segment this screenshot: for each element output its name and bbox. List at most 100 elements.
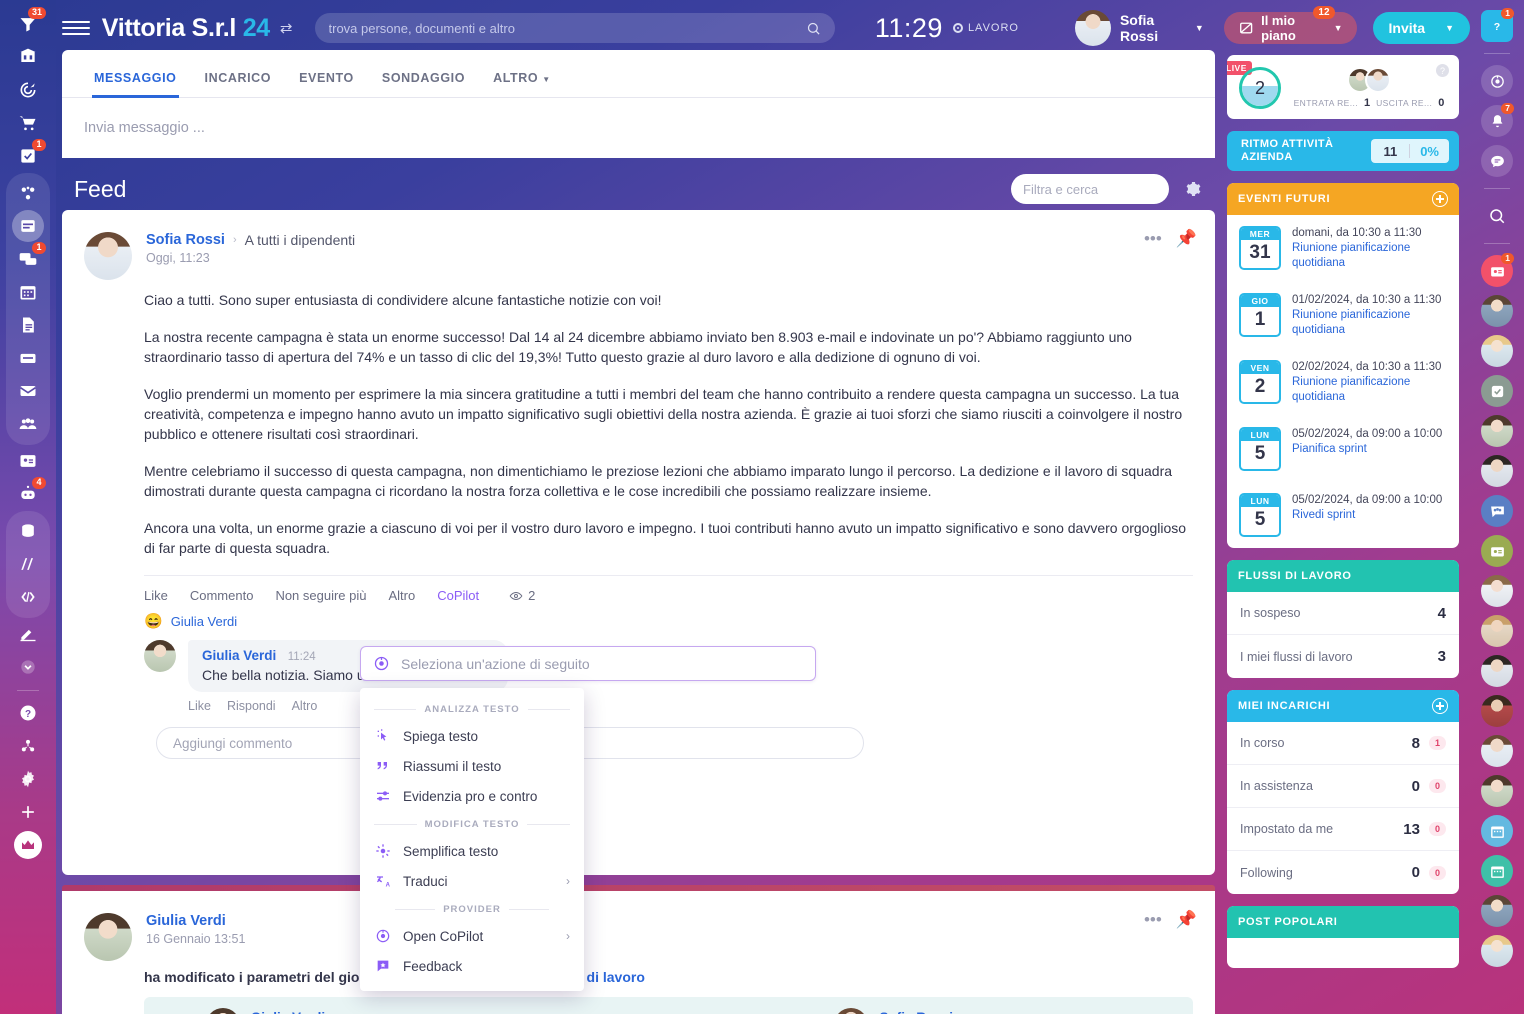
contacts-shortcut[interactable]: [1479, 533, 1515, 569]
person-shortcut[interactable]: [1479, 293, 1515, 329]
messages-button[interactable]: [1479, 143, 1515, 179]
group-shortcut[interactable]: [1479, 933, 1515, 969]
from-name[interactable]: Giulia Verdi: [251, 1010, 355, 1014]
person-shortcut[interactable]: [1479, 613, 1515, 649]
help-button[interactable]: ? 1: [1479, 8, 1515, 44]
person-shortcut[interactable]: [1479, 693, 1515, 729]
event-item[interactable]: GIO 1 01/02/2024, da 10:30 a 11:30 Riuni…: [1227, 282, 1459, 349]
post-author[interactable]: Sofia Rossi: [146, 232, 225, 248]
notifications-button[interactable]: 7: [1479, 103, 1515, 139]
group-chat-shortcut[interactable]: [1479, 493, 1515, 529]
pin-icon[interactable]: 📌: [1176, 234, 1197, 244]
comment-button[interactable]: Commento: [190, 588, 254, 603]
copilot-button[interactable]: CoPilot: [437, 588, 479, 603]
sidebar-item-premium[interactable]: [8, 829, 48, 861]
task-row[interactable]: Impostato da me 13 0: [1227, 808, 1459, 851]
sidebar-item-calendar[interactable]: [8, 276, 48, 308]
comment-like-button[interactable]: Like: [188, 699, 211, 713]
sidebar-item-collapse[interactable]: [8, 651, 48, 683]
person-shortcut[interactable]: [1479, 733, 1515, 769]
copilot-button[interactable]: [1479, 63, 1515, 99]
more-dots-icon[interactable]: •••: [1144, 234, 1162, 244]
sidebar-item-code[interactable]: [8, 581, 48, 613]
event-item[interactable]: LUN 5 05/02/2024, da 09:00 a 10:00 Rived…: [1227, 482, 1459, 548]
activity-rhythm-card[interactable]: RITMO ATTIVITÀ AZIENDA 11 0%: [1227, 131, 1459, 171]
event-item[interactable]: LUN 5 05/02/2024, da 09:00 a 10:00 Piani…: [1227, 416, 1459, 482]
person-shortcut[interactable]: [1479, 773, 1515, 809]
search-button[interactable]: [1479, 198, 1515, 234]
tab-messaggio[interactable]: MESSAGGIO: [80, 71, 191, 97]
task-row[interactable]: Following 0 0: [1227, 851, 1459, 894]
sidebar-item-add[interactable]: [8, 796, 48, 828]
search-input[interactable]: [329, 21, 806, 36]
my-plan-button[interactable]: Il mio piano ▼ 12: [1224, 12, 1357, 44]
menu-item-spiega-testo[interactable]: Spiega testo: [360, 721, 584, 751]
like-button[interactable]: Like: [144, 588, 168, 603]
person-shortcut[interactable]: [1479, 413, 1515, 449]
person-shortcut[interactable]: [1479, 573, 1515, 609]
sidebar-item-settings[interactable]: [8, 763, 48, 795]
sidebar-item-contacts[interactable]: [8, 445, 48, 477]
contacts-shortcut[interactable]: 1: [1479, 253, 1515, 289]
work-status[interactable]: LAVORO: [953, 22, 1019, 34]
sidebar-item-people[interactable]: [8, 408, 48, 440]
reaction-emoji-icon[interactable]: 😄: [144, 612, 163, 630]
tab-evento[interactable]: EVENTO: [285, 71, 368, 97]
more-button[interactable]: Altro: [389, 588, 416, 603]
workflow-row[interactable]: In sospeso 4: [1227, 592, 1459, 635]
sidebar-item-bot[interactable]: 4: [8, 478, 48, 510]
plus-icon[interactable]: [1432, 698, 1448, 714]
event-item[interactable]: VEN 2 02/02/2024, da 10:30 a 11:30 Riuni…: [1227, 349, 1459, 416]
menu-item-feedback[interactable]: Feedback: [360, 951, 584, 981]
message-composer-input[interactable]: Invia messaggio ...: [62, 98, 1215, 158]
sidebar-item-archive[interactable]: [8, 342, 48, 374]
event-title[interactable]: Pianifica sprint: [1292, 442, 1447, 457]
menu-item-riassumi-testo[interactable]: Riassumi il testo: [360, 751, 584, 781]
task-row[interactable]: In assistenza 0 0: [1227, 765, 1459, 808]
event-title[interactable]: Riunione pianificazione quotidiana: [1292, 375, 1447, 405]
swap-icon[interactable]: ⇄: [280, 19, 293, 37]
sidebar-item-funnel[interactable]: 31: [8, 8, 48, 40]
calendar-shortcut[interactable]: [1479, 813, 1515, 849]
sidebar-item-documents[interactable]: [8, 309, 48, 341]
tab-sondaggio[interactable]: SONDAGGIO: [368, 71, 479, 97]
comment-more-button[interactable]: Altro: [292, 699, 318, 713]
sidebar-item-network[interactable]: [8, 177, 48, 209]
reaction-user[interactable]: Giulia Verdi: [171, 614, 237, 629]
sidebar-item-database[interactable]: [8, 515, 48, 547]
person-shortcut[interactable]: [1479, 333, 1515, 369]
menu-item-traduci[interactable]: A Traduci ›: [360, 866, 584, 896]
menu-item-pro-contro[interactable]: Evidenzia pro e contro: [360, 781, 584, 811]
copilot-action-field[interactable]: Seleziona un'azione di seguito: [360, 646, 816, 681]
sidebar-item-feed[interactable]: [8, 210, 48, 242]
tab-incarico[interactable]: INCARICO: [191, 71, 286, 97]
menu-item-semplifica-testo[interactable]: Semplifica testo: [360, 836, 584, 866]
task-row[interactable]: In corso 8 1: [1227, 722, 1459, 765]
sidebar-item-share[interactable]: [8, 730, 48, 762]
sidebar-item-chat[interactable]: 1: [8, 243, 48, 275]
pin-icon[interactable]: 📌: [1176, 915, 1197, 925]
unfollow-button[interactable]: Non seguire più: [275, 588, 366, 603]
person-shortcut[interactable]: [1479, 453, 1515, 489]
sidebar-item-target[interactable]: [8, 74, 48, 106]
tasks-shortcut[interactable]: [1479, 373, 1515, 409]
sidebar-item-tasks[interactable]: 1: [8, 140, 48, 172]
more-dots-icon[interactable]: •••: [1144, 915, 1162, 925]
event-title[interactable]: Riunione pianificazione quotidiana: [1292, 308, 1447, 338]
comment-reply-button[interactable]: Rispondi: [227, 699, 276, 713]
sidebar-item-mail[interactable]: [8, 375, 48, 407]
sidebar-item-signature[interactable]: [8, 618, 48, 650]
person-shortcut[interactable]: [1479, 653, 1515, 689]
help-icon[interactable]: ?: [1436, 64, 1449, 77]
user-menu[interactable]: Sofia Rossi ▼: [1075, 10, 1204, 46]
menu-item-open-copilot[interactable]: Open CoPilot ›: [360, 921, 584, 951]
sidebar-item-cart[interactable]: [8, 107, 48, 139]
plus-icon[interactable]: [1432, 191, 1448, 207]
group-shortcut[interactable]: [1479, 893, 1515, 929]
sidebar-item-help[interactable]: ?: [8, 697, 48, 729]
event-title[interactable]: Riunione pianificazione quotidiana: [1292, 241, 1447, 271]
to-name[interactable]: Sofia Rossi: [879, 1010, 953, 1014]
post-author[interactable]: Giulia Verdi: [146, 913, 226, 929]
filter-input[interactable]: [1023, 182, 1199, 197]
workflow-row[interactable]: I miei flussi di lavoro 3: [1227, 635, 1459, 678]
